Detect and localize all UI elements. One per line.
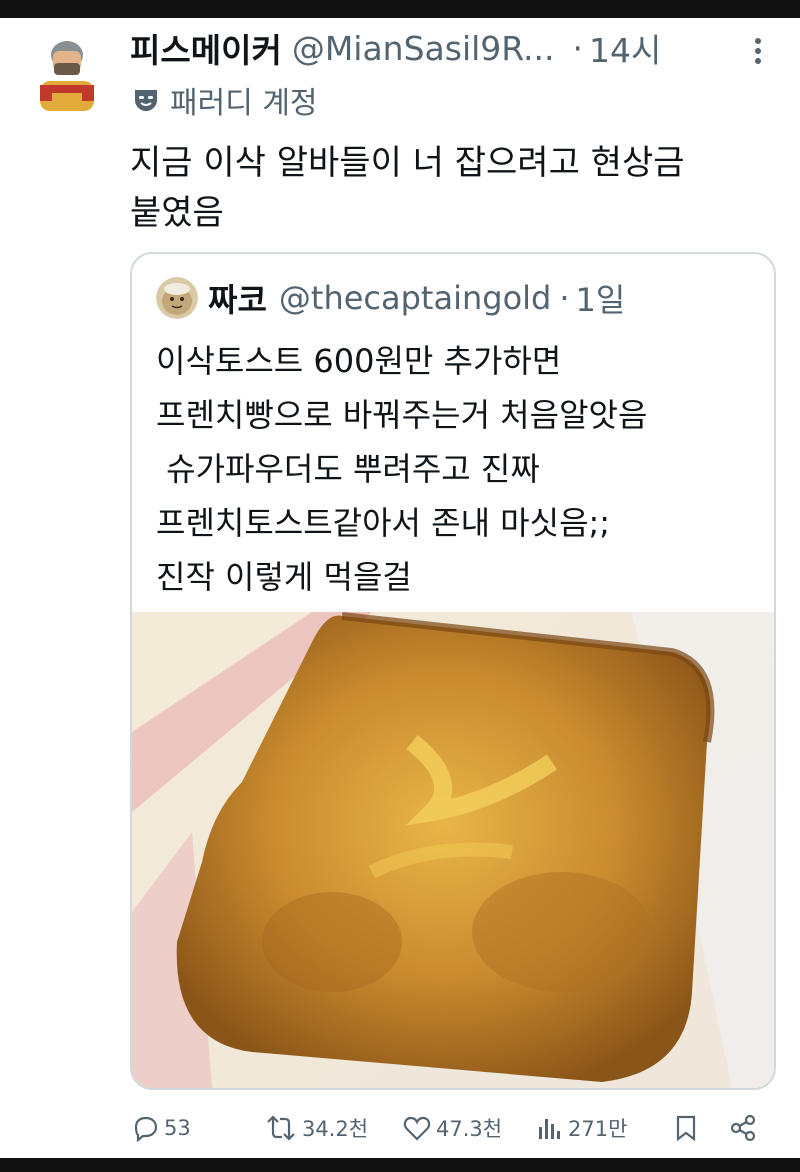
more-vertical-icon — [755, 38, 761, 64]
quoted-user-avatar[interactable] — [156, 277, 198, 319]
retweet-button[interactable]: 34.2천 — [264, 1106, 368, 1150]
like-button[interactable]: 47.3천 — [402, 1106, 502, 1150]
tweet-text-line: 붙였음 — [130, 193, 224, 233]
share-button[interactable] — [728, 1106, 762, 1150]
status-bar — [0, 0, 800, 18]
tweet-text: 지금 이삭 알바들이 너 잡으려고 현상금 붙였음 — [130, 138, 770, 238]
timestamp[interactable]: 14시 — [589, 24, 661, 72]
user-avatar[interactable] — [32, 33, 102, 117]
parody-account-badge: 패러디 계정 — [132, 80, 318, 121]
heart-icon — [403, 1116, 431, 1141]
reply-button[interactable]: 53 — [130, 1106, 191, 1150]
potato-avatar-icon — [156, 277, 198, 319]
quoted-tweet-header: 짜코 @thecaptaingold · 1일 — [156, 276, 625, 320]
tweet-header: 피스메이커 @MianSasil9R... · 14시 — [130, 24, 661, 72]
reply-count: 53 — [164, 1116, 191, 1140]
views-button[interactable]: 271만 — [534, 1106, 627, 1150]
tweet-actions: 53 34.2천 47.3천 271만 — [130, 1106, 780, 1150]
display-name[interactable]: 피스메이커 — [130, 24, 282, 72]
navigation-bar — [0, 1158, 800, 1172]
french-toast-photo[interactable] — [132, 612, 774, 1088]
user-handle[interactable]: @MianSasil9R... — [292, 29, 555, 68]
views-count: 271만 — [568, 1117, 628, 1141]
like-count: 47.3천 — [436, 1117, 503, 1141]
peacemaker-avatar-icon — [32, 40, 102, 111]
bookmark-button[interactable] — [672, 1106, 704, 1150]
separator-dot: · — [572, 28, 584, 68]
tweet-text-line: 지금 이삭 알바들이 너 잡으려고 현상금 — [130, 143, 685, 183]
more-options-button[interactable] — [748, 36, 768, 66]
quoted-user-handle[interactable]: @thecaptaingold — [279, 279, 551, 317]
separator-dot: · — [559, 279, 570, 317]
retweet-icon — [267, 1115, 295, 1141]
bookmark-icon — [676, 1115, 696, 1142]
mask-icon — [135, 90, 157, 111]
quoted-display-name[interactable]: 짜코 — [208, 275, 267, 321]
parody-label: 패러디 계정 — [170, 86, 318, 121]
share-icon — [730, 1114, 756, 1142]
views-icon — [539, 1119, 560, 1139]
quoted-tweet-text: 이삭토스트 600원만 추가하면 프렌치빵으로 바꿔주는거 처음알앗음 슈가파우… — [156, 342, 648, 596]
reply-icon — [134, 1116, 158, 1143]
retweet-count: 34.2천 — [302, 1117, 369, 1141]
quoted-timestamp[interactable]: 1일 — [576, 275, 626, 321]
quoted-tweet-card[interactable]: 짜코 @thecaptaingold · 1일 이삭토스트 600원만 추가하면… — [130, 252, 776, 1090]
